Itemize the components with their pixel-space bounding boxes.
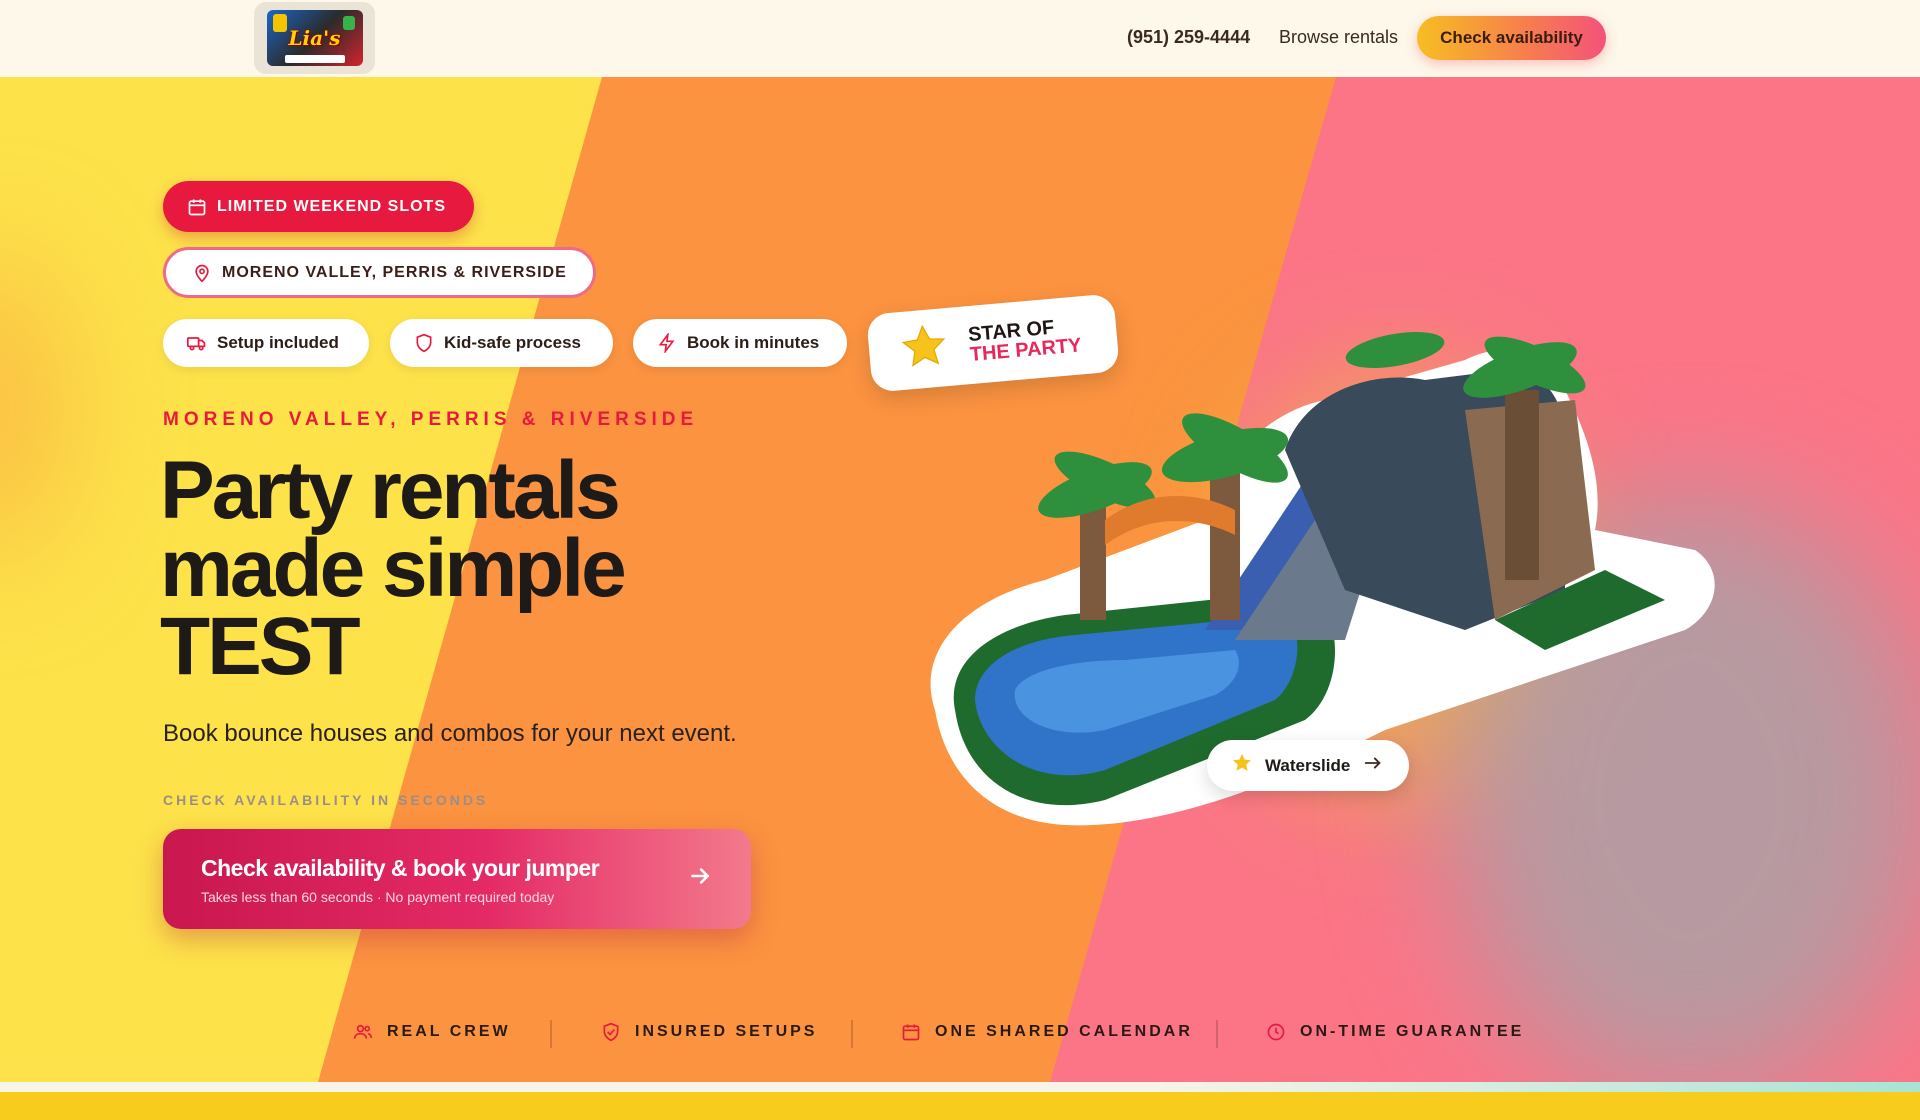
map-pin-icon: [192, 263, 212, 283]
feature-chip-label: Book in minutes: [687, 333, 820, 352]
hero-subline: Book bounce houses and combos for your n…: [163, 720, 737, 747]
service-area-badge: MORENO VALLEY, PERRIS & RIVERSIDE: [163, 247, 596, 298]
feature-chip-setup: Setup included: [163, 319, 369, 367]
calendar-icon: [901, 1022, 921, 1042]
limited-weekend-badge: LIMITED WEEKEND SLOTS: [163, 181, 474, 232]
calendar-icon: [187, 197, 207, 217]
service-area-label: MORENO VALLEY, PERRIS & RIVERSIDE: [222, 263, 567, 281]
browse-rentals-link[interactable]: Browse rentals: [1279, 27, 1398, 48]
headline-line-3: TEST: [160, 601, 361, 692]
shield-check-icon: [601, 1022, 621, 1042]
trust-item-on-time: ON-TIME GUARANTEE: [1266, 1022, 1524, 1042]
page-title: Party rentals made simple TEST: [160, 445, 800, 692]
trust-label: REAL CREW: [387, 1023, 511, 1040]
trust-item-real-crew: REAL CREW: [353, 1022, 511, 1042]
people-icon: [353, 1022, 373, 1042]
header-check-availability-button[interactable]: Check availability: [1417, 16, 1606, 60]
logo-image: Lia's: [266, 10, 363, 66]
limited-weekend-label: LIMITED WEEKEND SLOTS: [217, 197, 446, 215]
feature-chip-book: Book in minutes: [633, 319, 847, 367]
trust-divider: [1216, 1020, 1218, 1048]
site-header: Lia's (951) 259-4444 Browse rentals Chec…: [0, 0, 1920, 77]
cta-title: Check availability & book your jumper: [201, 855, 600, 881]
trust-item-insured: INSURED SETUPS: [601, 1022, 817, 1042]
clock-icon: [1266, 1022, 1286, 1042]
feature-chip-label: Kid-safe process: [444, 333, 581, 352]
star-icon: [1231, 752, 1253, 779]
hero-eyebrow: MORENO VALLEY, PERRIS & RIVERSIDE: [163, 409, 699, 430]
lightning-icon: [657, 333, 677, 353]
shield-icon: [414, 333, 434, 353]
arrow-right-icon: [687, 863, 713, 889]
check-availability-book-button[interactable]: Check availability & book your jumper Ta…: [163, 829, 751, 929]
phone-link[interactable]: (951) 259-4444: [1127, 27, 1250, 48]
section-divider: [0, 1082, 1920, 1092]
feature-chip-kid-safe: Kid-safe process: [390, 319, 613, 367]
arrow-right-icon: [1362, 752, 1384, 779]
product-chip-label: Waterslide: [1265, 755, 1351, 775]
logo[interactable]: Lia's: [254, 2, 375, 74]
waterslide-product-chip[interactable]: Waterslide: [1207, 740, 1409, 791]
trust-item-calendar: ONE SHARED CALENDAR: [901, 1022, 1193, 1042]
trust-label: ONE SHARED CALENDAR: [935, 1023, 1193, 1040]
truck-icon: [187, 333, 207, 353]
feature-chip-label: Setup included: [217, 333, 339, 352]
logo-subtitle-strip: [284, 55, 345, 63]
next-section-top: [0, 1092, 1920, 1120]
trust-divider: [851, 1020, 853, 1048]
headline-line-1: Party rentals: [160, 445, 621, 536]
headline-line-2: made simple: [160, 523, 627, 614]
trust-divider: [550, 1020, 552, 1048]
check-availability-caption: CHECK AVAILABILITY IN SECONDS: [163, 792, 489, 808]
trust-label: ON-TIME GUARANTEE: [1300, 1023, 1525, 1040]
logo-text: Lia's: [288, 26, 341, 50]
trust-label: INSURED SETUPS: [635, 1023, 818, 1040]
cta-subtitle: Takes less than 60 seconds · No payment …: [201, 889, 555, 905]
